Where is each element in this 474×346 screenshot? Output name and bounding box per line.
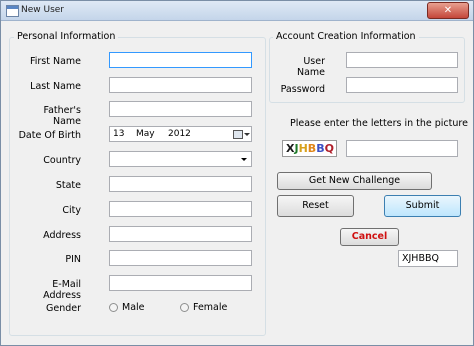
country-dropdown-icon[interactable] bbox=[241, 158, 247, 161]
email-field[interactable] bbox=[109, 275, 252, 291]
reset-button[interactable]: Reset bbox=[277, 195, 354, 217]
dob-year[interactable]: 2012 bbox=[168, 129, 191, 139]
captcha-prompt: Please enter the letters in the picture bbox=[290, 118, 468, 129]
dob-label: Date Of Birth bbox=[18, 130, 81, 141]
get-new-challenge-button[interactable]: Get New Challenge bbox=[277, 172, 432, 190]
pin-field[interactable] bbox=[109, 250, 252, 266]
city-label: City bbox=[62, 205, 81, 216]
city-field[interactable] bbox=[109, 201, 252, 217]
gender-male-label[interactable]: Male bbox=[122, 302, 145, 313]
submit-button[interactable]: Submit bbox=[384, 195, 461, 217]
account-info-title: Account Creation Information bbox=[273, 31, 419, 42]
personal-info-title: Personal Information bbox=[14, 31, 119, 42]
calendar-icon[interactable] bbox=[233, 130, 243, 139]
gender-female-label[interactable]: Female bbox=[193, 302, 227, 313]
password-field[interactable] bbox=[346, 77, 458, 93]
first-name-field[interactable] bbox=[109, 52, 252, 68]
captcha-char: B bbox=[316, 142, 325, 155]
gender-male-radio[interactable] bbox=[109, 303, 118, 312]
gender-female-radio[interactable] bbox=[180, 303, 189, 312]
captcha-text-value: XJHBBQ bbox=[402, 253, 439, 264]
dob-day[interactable]: 13 bbox=[113, 129, 124, 139]
captcha-char: B bbox=[307, 142, 317, 155]
email-label: E-Mail Address bbox=[43, 279, 81, 301]
title-bar[interactable]: New User ✕ bbox=[1, 1, 473, 21]
close-icon: ✕ bbox=[443, 5, 453, 16]
captcha-char: Q bbox=[324, 142, 334, 155]
new-user-window: New User ✕ Personal Information First Na… bbox=[0, 0, 474, 346]
username-label: User Name bbox=[296, 56, 325, 78]
password-label: Password bbox=[280, 84, 325, 95]
fathers-name-field[interactable] bbox=[109, 101, 252, 117]
cancel-button-label: Cancel bbox=[351, 231, 388, 242]
captcha-image: XJHBBQ bbox=[282, 140, 337, 157]
state-label: State bbox=[55, 180, 81, 191]
country-label: Country bbox=[43, 155, 81, 166]
window-title: New User bbox=[21, 5, 65, 15]
username-field[interactable] bbox=[346, 52, 458, 68]
cancel-button[interactable]: Cancel bbox=[340, 228, 399, 246]
dob-month[interactable]: May bbox=[136, 129, 155, 139]
pin-label: PIN bbox=[65, 254, 81, 265]
address-field[interactable] bbox=[109, 226, 252, 242]
captcha-text-display[interactable]: XJHBBQ bbox=[398, 250, 458, 267]
captcha-char: H bbox=[298, 142, 308, 155]
last-name-label: Last Name bbox=[30, 81, 81, 92]
chevron-down-icon[interactable] bbox=[244, 133, 250, 136]
close-button[interactable]: ✕ bbox=[427, 2, 469, 19]
gender-label: Gender bbox=[45, 303, 81, 314]
last-name-field[interactable] bbox=[109, 77, 252, 93]
first-name-label: First Name bbox=[29, 56, 81, 67]
fathers-name-label: Father's Name bbox=[43, 105, 81, 127]
state-field[interactable] bbox=[109, 176, 252, 192]
country-select[interactable] bbox=[109, 151, 252, 167]
address-label: Address bbox=[43, 230, 81, 241]
captcha-answer-field[interactable] bbox=[346, 140, 458, 157]
dob-picker[interactable]: 13 May 2012 bbox=[109, 126, 252, 142]
window-app-icon bbox=[6, 5, 19, 17]
